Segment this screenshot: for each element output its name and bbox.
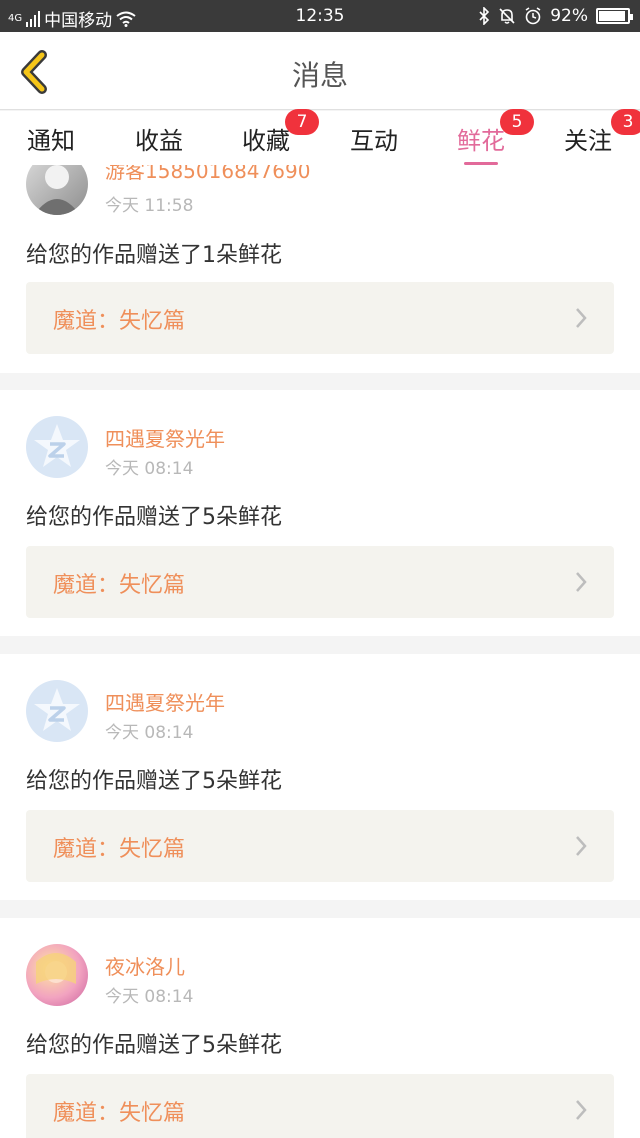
message-card: 夜冰洛儿 今天 08:14 给您的作品赠送了5朵鲜花 魔道：失忆篇 <box>0 918 640 1138</box>
timestamp: 今天 08:14 <box>105 459 194 479</box>
tab-bar: 通知 收益 收藏 7 互动 鲜花 5 关注 3 <box>0 109 640 165</box>
username[interactable]: 四遇夏祭光年 <box>105 687 225 716</box>
work-link[interactable]: 魔道：失忆篇 <box>26 282 614 354</box>
message-card: 四遇夏祭光年 今天 08:14 给您的作品赠送了5朵鲜花 魔道：失忆篇 <box>0 654 640 900</box>
timestamp: 今天 11:58 <box>105 196 194 216</box>
work-link[interactable]: 魔道：失忆篇 <box>26 546 614 618</box>
tab-label: 互动 <box>350 127 398 155</box>
work-title: 魔道：失忆篇 <box>53 309 186 334</box>
status-bar: 4G 中国移动 12:35 92% <box>0 0 640 32</box>
message-card: 游客15850168476​90 今天 11:58 给您的作品赠送了1朵鲜花 魔… <box>0 165 640 373</box>
battery-percent: 92% <box>550 6 588 26</box>
username[interactable]: 游客15850168476​90 <box>105 165 310 184</box>
username[interactable]: 夜冰洛儿 <box>105 951 185 980</box>
avatar[interactable] <box>26 944 88 1006</box>
page-title: 消息 <box>291 59 348 92</box>
battery-icon <box>596 8 633 24</box>
work-title: 魔道：失忆篇 <box>53 837 186 862</box>
username[interactable]: 四遇夏祭光年 <box>105 423 225 452</box>
mute-bell-icon <box>499 8 515 24</box>
tab-label: 收藏 <box>242 127 290 155</box>
user-photo-icon <box>34 165 80 215</box>
message-text: 给您的作品赠送了5朵鲜花 <box>26 1033 282 1058</box>
tab-notifications[interactable]: 通知 <box>6 121 96 156</box>
default-avatar-icon <box>34 688 80 731</box>
avatar[interactable] <box>26 165 88 215</box>
work-title: 魔道：失忆篇 <box>53 573 186 598</box>
chevron-right-icon <box>576 308 587 328</box>
unread-badge: 5 <box>500 109 534 135</box>
message-text: 给您的作品赠送了1朵鲜花 <box>26 243 282 268</box>
message-list[interactable]: 游客15850168476​90 今天 11:58 给您的作品赠送了1朵鲜花 魔… <box>0 165 640 1138</box>
unread-badge: 7 <box>285 109 319 135</box>
bluetooth-icon <box>479 7 490 25</box>
tab-label: 通知 <box>27 127 75 155</box>
user-photo-icon <box>36 953 76 984</box>
timestamp: 今天 08:14 <box>105 723 194 743</box>
chevron-right-icon <box>576 836 587 856</box>
timestamp: 今天 08:14 <box>105 987 194 1007</box>
work-link[interactable]: 魔道：失忆篇 <box>26 810 614 882</box>
tab-interactions[interactable]: 互动 <box>329 121 419 156</box>
tab-label: 关注 <box>564 127 612 155</box>
tab-following[interactable]: 关注 3 <box>543 109 640 156</box>
work-title: 魔道：失忆篇 <box>53 1101 186 1126</box>
tab-earnings[interactable]: 收益 <box>114 121 204 156</box>
message-text: 给您的作品赠送了5朵鲜花 <box>26 505 282 530</box>
message-text: 给您的作品赠送了5朵鲜花 <box>26 769 282 794</box>
avatar[interactable] <box>26 680 88 742</box>
header: 消息 <box>0 32 640 110</box>
default-avatar-icon <box>34 424 80 467</box>
tab-flowers[interactable]: 鲜花 5 <box>436 109 534 165</box>
tab-favorites[interactable]: 收藏 7 <box>221 109 319 156</box>
message-card: 四遇夏祭光年 今天 08:14 给您的作品赠送了5朵鲜花 魔道：失忆篇 <box>0 390 640 636</box>
tab-label: 鲜花 <box>457 127 505 155</box>
tab-label: 收益 <box>135 127 183 155</box>
work-link[interactable]: 魔道：失忆篇 <box>26 1074 614 1138</box>
alarm-icon <box>525 7 541 25</box>
avatar[interactable] <box>26 416 88 478</box>
unread-badge: 3 <box>611 109 640 135</box>
chevron-right-icon <box>576 572 587 592</box>
chevron-right-icon <box>576 1100 587 1120</box>
